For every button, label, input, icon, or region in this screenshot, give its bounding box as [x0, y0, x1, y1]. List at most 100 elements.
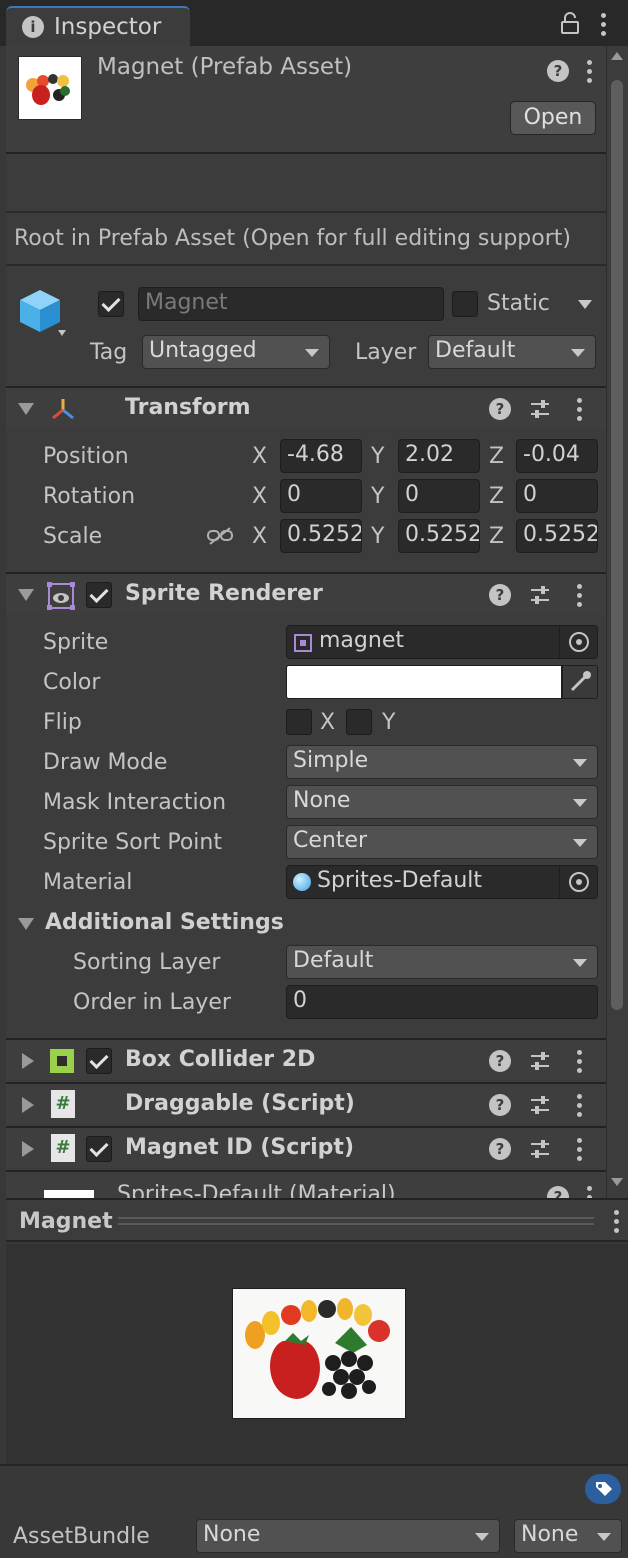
asset-bundle-name-dropdown[interactable]: None: [196, 1519, 500, 1553]
rotation-y-field[interactable]: 0: [398, 479, 480, 513]
help-icon[interactable]: ?: [547, 1186, 569, 1198]
object-picker-icon[interactable]: [559, 866, 597, 898]
foldout-closed-icon[interactable]: [22, 1053, 34, 1069]
eyedropper-icon[interactable]: [562, 665, 598, 699]
additional-settings-label[interactable]: Additional Settings: [45, 910, 284, 935]
flip-x-label: X: [320, 710, 336, 735]
header-toolbar-band: [6, 155, 606, 213]
axis-z-label[interactable]: Z: [489, 484, 504, 509]
sprite-sort-point-dropdown[interactable]: Center: [286, 825, 598, 859]
sprite-renderer-enabled-checkbox[interactable]: [86, 582, 112, 608]
mask-interaction-value: None: [293, 788, 351, 813]
foldout-closed-icon[interactable]: [22, 1141, 34, 1157]
help-icon[interactable]: ?: [489, 1094, 511, 1116]
box-collider-enabled-checkbox[interactable]: [86, 1048, 112, 1074]
box-collider-2d-header[interactable]: Box Collider 2D ?: [6, 1038, 606, 1080]
draw-mode-dropdown[interactable]: Simple: [286, 745, 598, 779]
component-menu-icon[interactable]: [577, 1050, 583, 1074]
asset-labels-icon[interactable]: [585, 1474, 621, 1504]
gameobject-icon[interactable]: [18, 288, 66, 340]
help-icon[interactable]: ?: [489, 398, 511, 420]
rotation-x-field[interactable]: 0: [280, 479, 362, 513]
presets-icon[interactable]: [529, 1050, 551, 1072]
sorting-layer-dropdown[interactable]: Default: [286, 945, 598, 979]
axis-x-label[interactable]: X: [252, 484, 267, 509]
color-swatch[interactable]: [286, 665, 562, 699]
scale-x-field[interactable]: 0.5252: [280, 519, 362, 553]
static-dropdown-icon[interactable]: [578, 300, 592, 309]
sprite-label: Sprite: [43, 630, 109, 655]
rotation-z-field[interactable]: 0: [516, 479, 598, 513]
help-icon[interactable]: ?: [489, 584, 511, 606]
help-icon[interactable]: ?: [489, 1138, 511, 1160]
preview-menu-icon[interactable]: [614, 1210, 620, 1234]
open-button[interactable]: Open: [510, 101, 596, 135]
mask-interaction-dropdown[interactable]: None: [286, 785, 598, 819]
magnet-id-script-header[interactable]: # Magnet ID (Script) ?: [6, 1126, 606, 1168]
object-picker-icon[interactable]: [559, 626, 597, 658]
scroll-down-icon[interactable]: [611, 1178, 623, 1186]
gameobject-name-field[interactable]: Magnet: [138, 287, 444, 321]
preview-drag-handle[interactable]: [118, 1217, 594, 1225]
tag-label: Tag: [90, 340, 128, 365]
tab-inspector[interactable]: i Inspector: [6, 6, 190, 46]
axis-x-label[interactable]: X: [252, 524, 267, 549]
order-in-layer-field[interactable]: 0: [286, 985, 598, 1019]
sprite-renderer-title: Sprite Renderer: [125, 581, 323, 606]
header-menu-icon[interactable]: [587, 60, 593, 84]
help-icon[interactable]: ?: [547, 60, 569, 82]
gameobject-active-checkbox[interactable]: [98, 291, 124, 317]
sprite-renderer-header[interactable]: Sprite Renderer ?: [6, 572, 606, 614]
foldout-open-icon[interactable]: [18, 589, 34, 601]
component-menu-icon[interactable]: [587, 1186, 593, 1198]
axis-z-label[interactable]: Z: [489, 444, 504, 469]
additional-settings-foldout-icon[interactable]: [18, 918, 34, 930]
sprite-sort-point-value: Center: [293, 828, 368, 853]
position-y-field[interactable]: 2.02: [398, 439, 480, 473]
component-menu-icon[interactable]: [577, 1094, 583, 1118]
sprite-sort-point-label: Sprite Sort Point: [43, 830, 222, 855]
sorting-layer-label: Sorting Layer: [73, 950, 221, 975]
tag-dropdown[interactable]: Untagged: [142, 335, 330, 369]
help-icon[interactable]: ?: [489, 1050, 511, 1072]
presets-icon[interactable]: [529, 398, 551, 420]
asset-bundle-variant-dropdown[interactable]: None: [514, 1519, 622, 1553]
position-label: Position: [43, 444, 129, 469]
static-checkbox[interactable]: [452, 291, 478, 317]
chevron-down-icon: [305, 349, 319, 357]
component-menu-icon[interactable]: [577, 398, 583, 422]
material-object-field[interactable]: Sprites-Default: [286, 865, 598, 899]
scale-y-field[interactable]: 0.5252: [398, 519, 480, 553]
foldout-open-icon[interactable]: [18, 403, 34, 415]
transform-header[interactable]: Transform ?: [6, 386, 606, 428]
axis-y-label[interactable]: Y: [371, 524, 384, 549]
sprite-object-field[interactable]: magnet: [286, 625, 598, 659]
axis-y-label[interactable]: Y: [371, 444, 384, 469]
sprite-asset-icon: [293, 632, 313, 652]
axis-z-label[interactable]: Z: [489, 524, 504, 549]
preview-header[interactable]: Magnet: [6, 1198, 628, 1242]
asset-bundle-name-value: None: [203, 1522, 261, 1547]
layer-dropdown[interactable]: Default: [428, 335, 596, 369]
axis-x-label[interactable]: X: [252, 444, 267, 469]
material-section-title[interactable]: Sprites-Default (Material): [117, 1182, 396, 1198]
presets-icon[interactable]: [529, 1094, 551, 1116]
component-menu-icon[interactable]: [577, 1138, 583, 1162]
component-menu-icon[interactable]: [577, 584, 583, 608]
lock-icon[interactable]: [560, 12, 580, 34]
tab-menu-icon[interactable]: [601, 13, 607, 37]
presets-icon[interactable]: [529, 1138, 551, 1160]
foldout-closed-icon[interactable]: [22, 1097, 34, 1113]
scrollbar-thumb[interactable]: [611, 80, 623, 1010]
presets-icon[interactable]: [529, 584, 551, 606]
flip-x-checkbox[interactable]: [286, 709, 312, 735]
scroll-up-icon[interactable]: [611, 52, 623, 60]
axis-y-label[interactable]: Y: [371, 484, 384, 509]
unlink-icon[interactable]: [206, 526, 234, 546]
position-z-field[interactable]: -0.04: [516, 439, 598, 473]
position-x-field[interactable]: -4.68: [280, 439, 362, 473]
magnet-id-enabled-checkbox[interactable]: [86, 1136, 112, 1162]
flip-y-checkbox[interactable]: [346, 709, 372, 735]
draggable-script-header[interactable]: # Draggable (Script) ?: [6, 1082, 606, 1124]
scale-z-field[interactable]: 0.5252: [516, 519, 598, 553]
